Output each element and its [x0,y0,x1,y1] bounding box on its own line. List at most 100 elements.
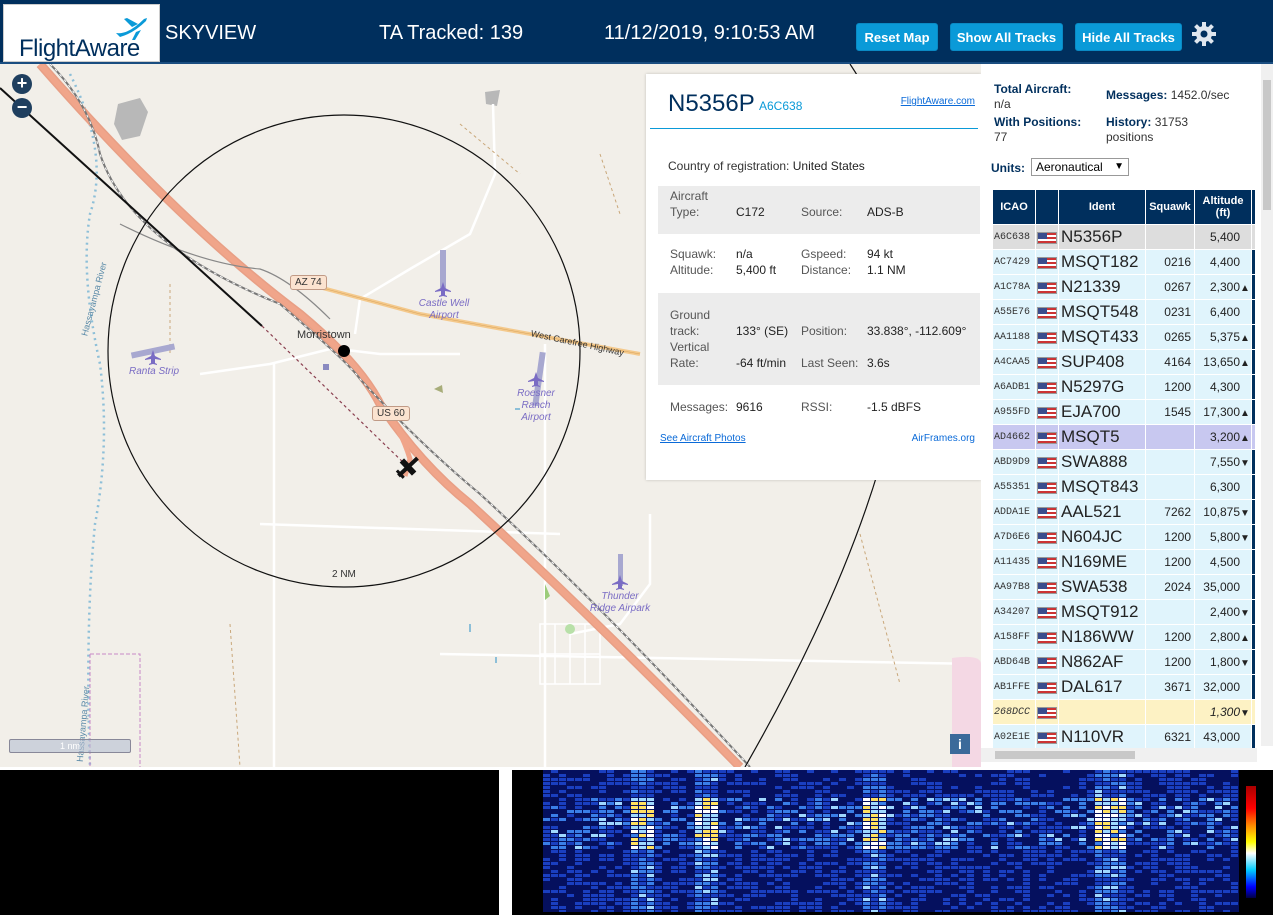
waterfall-cell [647,858,654,861]
waterfall-cell [895,902,902,905]
scrollbar-thumb[interactable] [1263,80,1271,210]
waterfall-cell [1103,910,1110,912]
airframes-link[interactable]: AirFrames.org [912,433,975,444]
waterfall-cell [583,898,590,901]
table-row[interactable]: A7D6E6 N604JC 1200 5,800▼ [993,525,1255,549]
column-header-squawk[interactable]: Squawk [1146,190,1194,224]
table-row[interactable]: AB1FFE DAL617 3671 32,000 [993,675,1255,699]
sidebar-horizontal-scrollbar[interactable] [981,748,1257,762]
waterfall-cell [887,814,894,817]
waterfall-cell [943,846,950,849]
column-header-ident[interactable]: Ident [1059,190,1145,224]
waterfall-cell [1095,850,1102,853]
table-row[interactable]: ABD9D9 SWA888 7,550▼ [993,450,1255,474]
waterfall-cell [1015,782,1022,785]
flightaware-link[interactable]: FlightAware.com [901,96,975,107]
waterfall-cell [959,898,966,901]
waterfall-cell [1031,846,1038,849]
waterfall-cell [719,810,726,813]
flightaware-logo[interactable]: FlightAware [3,4,160,62]
waterfall-cell [831,798,838,801]
column-header-flag[interactable] [1036,190,1058,224]
waterfall-cell [1143,798,1150,801]
hide-all-tracks-button[interactable]: Hide All Tracks [1075,23,1182,51]
waterfall-cell [679,870,686,873]
table-row[interactable]: A55351 MSQT843 6,300 [993,475,1255,499]
waterfall-cell [927,786,934,789]
cell-flag [1036,625,1058,649]
table-row[interactable]: A955FD EJA700 1545 17,300▲ [993,400,1255,424]
waterfall-cell [871,818,878,821]
waterfall-cell [615,898,622,901]
map-info-button[interactable]: i [950,734,970,754]
waterfall-cell [1223,858,1230,861]
waterfall-cell [815,790,822,793]
waterfall-cell [1095,874,1102,877]
table-row[interactable]: A158FF N186WW 1200 2,800▲ [993,625,1255,649]
reset-map-button[interactable]: Reset Map [856,23,938,51]
table-row[interactable]: ABD64B N862AF 1200 1,800▼ [993,650,1255,674]
waterfall-cell [1095,838,1102,841]
waterfall-cell [631,770,638,773]
waterfall-cell [919,834,926,837]
table-row[interactable]: AD4662 MSQT5 3,200▲ [993,425,1255,449]
waterfall-cell [1151,846,1158,849]
table-row[interactable]: AA97B8 SWA538 2024 35,000 [993,575,1255,599]
waterfall-cell [1039,846,1046,849]
waterfall-cell [927,862,934,865]
column-header-altitude[interactable]: Altitude (ft) [1195,190,1251,224]
waterfall-cell [679,838,686,841]
table-row[interactable]: 268DCC 1,300▼ [993,700,1255,724]
cell-altitude: 4,500 [1195,550,1251,574]
show-all-tracks-button[interactable]: Show All Tracks [950,23,1063,51]
units-select[interactable]: Aeronautical ▼ [1031,158,1129,176]
table-row[interactable]: AC7429 MSQT182 0216 4,400 [993,250,1255,274]
waterfall-cell [1207,786,1214,789]
popup-icao: A6C638 [759,99,803,113]
aircraft-photos-link[interactable]: See Aircraft Photos [660,433,746,444]
waterfall-cell [831,850,838,853]
waterfall-cell [575,878,582,881]
scrollbar-thumb[interactable] [995,751,1135,759]
zoom-out-button[interactable]: − [12,98,32,118]
table-row[interactable]: A11435 N169ME 1200 4,500 [993,550,1255,574]
history-stat: History: 31753 positions [1106,115,1188,145]
table-row[interactable]: A02E1E N110VR 6321 43,000 [993,725,1255,749]
waterfall-cell [559,818,566,821]
waterfall-cell [599,830,606,833]
waterfall-cell [911,886,918,889]
waterfall-cell [1047,842,1054,845]
waterfall-cell [919,810,926,813]
waterfall-cell [703,822,710,825]
column-header-icao[interactable]: ICAO [993,190,1035,224]
table-row[interactable]: A55E76 MSQT548 0231 6,400 [993,300,1255,324]
waterfall-cell [823,786,830,789]
waterfall-cell [727,770,734,773]
waterfall-cell [1167,778,1174,781]
units-label: Units: [991,161,1025,175]
table-row[interactable]: A1C78A N21339 0267 2,300▲ [993,275,1255,299]
waterfall-cell [1079,822,1086,825]
aircraft-table-container[interactable]: ICAO Ident Squawk Altitude (ft) A6C638 N5… [992,189,1258,751]
waterfall-cell [879,822,886,825]
waterfall-cell [623,898,630,901]
waterfall-cell [663,786,670,789]
table-row[interactable]: A6ADB1 N5297G 1200 4,300 [993,375,1255,399]
waterfall-cell [575,806,582,809]
table-row[interactable]: A6C638 N5356P 5,400 [993,225,1255,249]
table-row[interactable]: ADDA1E AAL521 7262 10,875▼ [993,500,1255,524]
waterfall-cell [895,886,902,889]
waterfall-cell [911,782,918,785]
waterfall-cell [831,838,838,841]
type-value: C172 [736,205,765,219]
table-row[interactable]: A34207 MSQT912 2,400▼ [993,600,1255,624]
waterfall-cell [815,886,822,889]
zoom-in-button[interactable]: + [12,74,32,94]
cell-overflow [1252,325,1255,349]
gear-icon[interactable] [1190,20,1218,48]
waterfall-cell [1135,870,1142,873]
table-row[interactable]: A4CAA5 SUP408 4164 13,650▲ [993,350,1255,374]
sidebar-vertical-scrollbar[interactable] [1261,64,1273,746]
waterfall-cell [703,790,710,793]
table-row[interactable]: AA1188 MSQT433 0265 5,375▲ [993,325,1255,349]
